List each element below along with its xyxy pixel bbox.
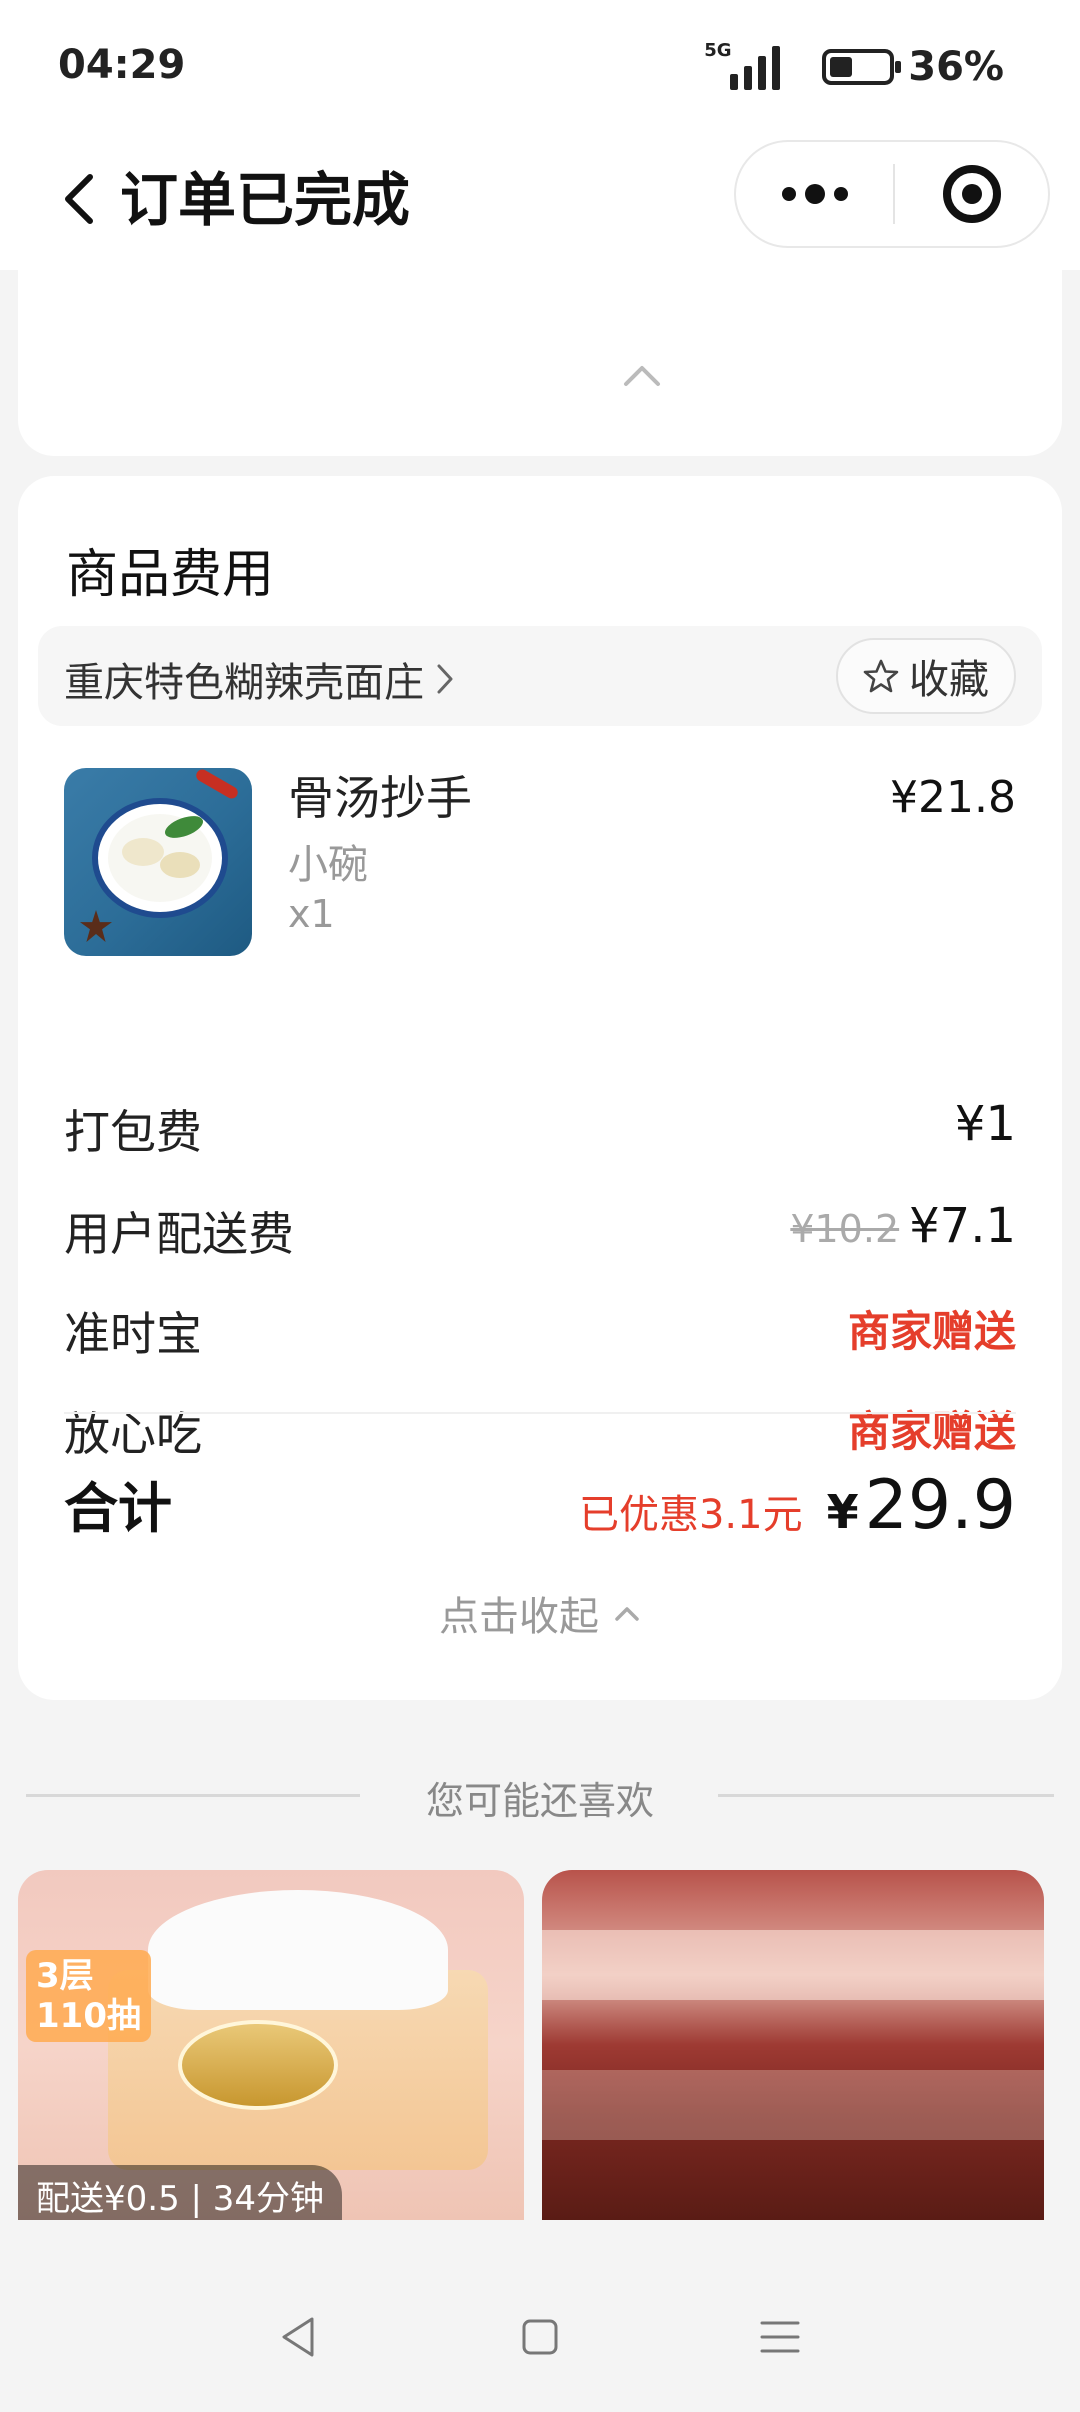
section-title: 商品费用 [66, 545, 275, 605]
page-title: 订单已完成 [120, 166, 411, 234]
fee-label: 放心吃 [64, 1407, 202, 1461]
product-spec: 小碗 [288, 842, 368, 888]
fee-value: ¥7.1 [909, 1198, 1016, 1254]
total-label: 合计 [64, 1477, 172, 1540]
network-type: 5G [704, 40, 732, 61]
fee-value: ¥1 [954, 1096, 1016, 1152]
battery-percent: 36% [908, 44, 1004, 90]
chevron-up-icon[interactable] [622, 360, 662, 390]
fee-row-safe-eat: 放心吃 商家赠送 [64, 1398, 1016, 1461]
fee-label: 用户配送费 [64, 1207, 294, 1261]
fee-value: 商家赠送 [847, 1407, 1016, 1456]
chevron-right-icon [437, 664, 453, 694]
recommend-item[interactable] [542, 1870, 1044, 2220]
fee-label: 打包费 [64, 1105, 202, 1159]
collapse-label: 点击收起 [439, 1594, 599, 1640]
delivery-info: 配送¥0.5 | 34分钟 [18, 2165, 343, 2220]
status-icons: 5G 36% [704, 40, 1004, 90]
home-nav-button[interactable] [500, 2297, 580, 2377]
nav-bar: 订单已完成 [0, 130, 1080, 270]
discount-text: 已优惠3.1元 [578, 1492, 803, 1538]
fee-row-ontime: 准时宝 商家赠送 [64, 1298, 1016, 1361]
favorite-label: 收藏 [909, 657, 989, 703]
product-qty: x1 [288, 892, 335, 936]
fee-value-group: ¥10.2 ¥7.1 [790, 1198, 1016, 1254]
triangle-back-icon [282, 2317, 314, 2357]
back-arrow-icon [65, 174, 93, 224]
square-home-icon [522, 2319, 558, 2355]
total-group: 已优惠3.1元 ¥29.9 [579, 1466, 1016, 1545]
currency-symbol: ¥ [826, 1485, 859, 1539]
product-price: ¥21.8 [890, 772, 1016, 823]
recommend-title: 您可能还喜欢 [425, 1779, 654, 1823]
brand-logo [178, 2020, 338, 2110]
back-nav-button[interactable] [260, 2297, 340, 2377]
back-button[interactable] [50, 164, 110, 234]
system-nav-bar [0, 2262, 1080, 2412]
recommend-header: 您可能还喜欢 [0, 1770, 1080, 1823]
favorite-button[interactable]: 收藏 [836, 638, 1016, 714]
divider [64, 1412, 1016, 1414]
target-icon [942, 165, 1001, 223]
fee-value: 商家赠送 [847, 1307, 1016, 1356]
chevron-up-icon [615, 1607, 639, 1621]
total-amount: 29.9 [864, 1466, 1016, 1545]
status-bar: 04:29 5G 36% [0, 0, 1080, 140]
menu-icon [760, 2321, 800, 2353]
mini-program-capsule [734, 140, 1050, 248]
menu-nav-button[interactable] [740, 2297, 820, 2377]
fee-row-delivery: 用户配送费 ¥10.2 ¥7.1 [64, 1198, 1016, 1261]
fee-row-packing: 打包费 ¥1 [64, 1096, 1016, 1159]
product-tag: 3层 110抽 [26, 1950, 151, 2042]
collapse-button[interactable]: 点击收起 [18, 1584, 1062, 1642]
star-icon [863, 659, 899, 693]
recommend-item[interactable]: 3层 110抽 配送¥0.5 | 34分钟 [18, 1870, 524, 2220]
page: 04:29 5G 36% 订单已完成 商品费用 重庆特色糊辣壳面庄 收藏 骨汤抄… [0, 0, 1080, 2412]
original-price: ¥10.2 [790, 1207, 900, 1251]
shop-link[interactable]: 重庆特色糊辣壳面庄 [64, 650, 456, 708]
shop-row: 重庆特色糊辣壳面庄 收藏 [38, 626, 1042, 726]
signal-icon: 5G [704, 40, 781, 90]
more-button[interactable] [736, 142, 893, 246]
product-name: 骨汤抄手 [288, 771, 472, 825]
product-image[interactable] [64, 768, 252, 956]
status-time: 04:29 [58, 42, 186, 88]
battery-icon [822, 49, 902, 85]
fee-card: 商品费用 重庆特色糊辣壳面庄 收藏 骨汤抄手 小碗 x1 ¥21.8 打包费 ¥… [18, 476, 1062, 1700]
close-button[interactable] [895, 142, 1048, 246]
shop-name: 重庆特色糊辣壳面庄 [64, 660, 424, 706]
total-price: ¥29.9 [827, 1466, 1016, 1545]
fee-label: 准时宝 [64, 1307, 202, 1361]
